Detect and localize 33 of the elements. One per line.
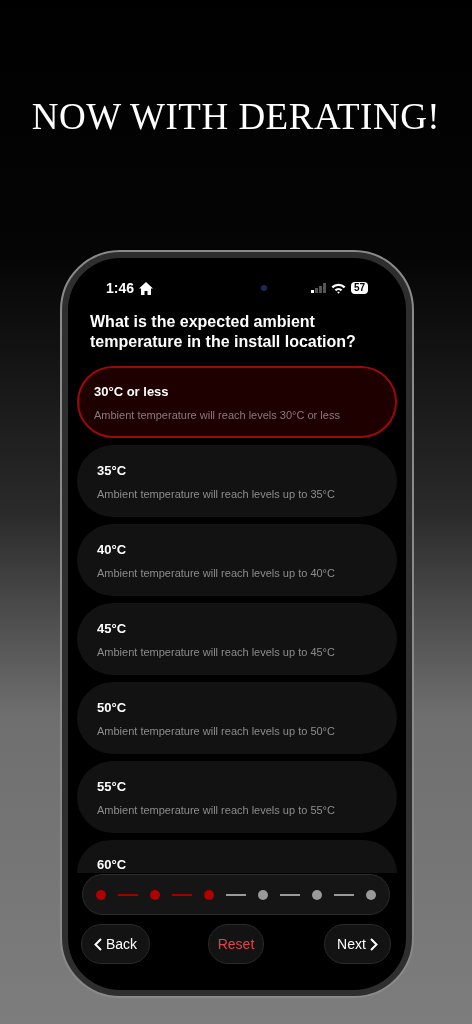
option-card[interactable]: 35°C Ambient temperature will reach levels up to 35°C <box>77 445 397 517</box>
option-description: Ambient temperature will reach levels up to 55°C <box>97 803 336 817</box>
next-button[interactable]: Next <box>324 924 391 964</box>
option-card[interactable]: 40°C Ambient temperature will reach levels up to 40°C <box>77 524 397 596</box>
signal-icon <box>310 283 326 293</box>
option-title: 35°C <box>97 462 128 480</box>
home-icon <box>139 281 154 295</box>
option-title: 30°C or less <box>94 383 170 401</box>
back-button[interactable]: Back <box>81 924 150 964</box>
option-card[interactable]: 50°C Ambient temperature will reach levels up to 50°C <box>77 682 397 754</box>
question-text: What is the expected ambient temperature in the install location? <box>90 312 357 352</box>
battery-indicator: 57 <box>350 282 368 294</box>
option-description: Ambient temperature will reach levels 30°C or less <box>94 408 341 422</box>
option-description: Ambient temperature will reach levels up to 35°C <box>97 487 336 501</box>
chevron-left-icon <box>93 937 102 951</box>
option-card[interactable]: 30°C or less Ambient temperature will reach levels 30°C or less <box>77 366 397 438</box>
option-title: 60°C <box>97 856 128 874</box>
option-description: Ambient temperature will reach levels up to 40°C <box>97 566 336 580</box>
option-title: 50°C <box>97 699 128 717</box>
reset-button[interactable]: Reset <box>208 924 264 964</box>
option-title: 55°C <box>97 778 128 796</box>
wifi-icon <box>330 282 346 294</box>
chevron-right-icon <box>369 937 378 951</box>
option-description: Ambient temperature will reach levels up to 50°C <box>97 724 336 738</box>
option-title: 45°C <box>97 620 128 638</box>
option-title: 40°C <box>97 541 128 559</box>
headline: NOW WITH DERATING! <box>30 95 442 138</box>
option-description: Ambient temperature will reach levels up to 45°C <box>97 645 336 659</box>
camera-icon <box>261 285 268 291</box>
option-card[interactable]: 45°C Ambient temperature will reach levels up to 45°C <box>77 603 397 675</box>
option-card[interactable]: 55°C Ambient temperature will reach levels up to 55°C <box>77 761 397 833</box>
status-time: 1:46 <box>106 278 135 298</box>
option-card[interactable]: 60°C <box>77 840 397 873</box>
